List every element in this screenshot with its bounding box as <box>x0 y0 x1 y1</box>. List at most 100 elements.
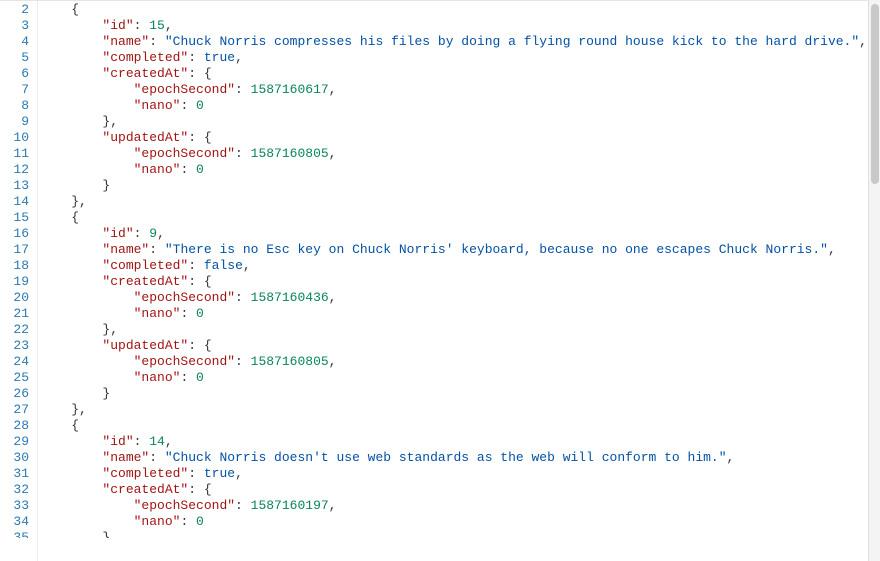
token-punc: { <box>204 338 212 353</box>
line-number: 22 <box>0 322 29 338</box>
token-prop: "epochSecond" <box>134 146 235 161</box>
line-number: 35 <box>0 530 29 538</box>
code-line[interactable]: "name": "Chuck Norris doesn't use web st… <box>40 450 880 466</box>
token-punc: , <box>329 498 337 513</box>
token-punc: : <box>180 370 196 385</box>
code-line[interactable]: "createdAt": { <box>40 66 880 82</box>
token-punc <box>40 306 134 321</box>
code-line[interactable]: "epochSecond": 1587160436, <box>40 290 880 306</box>
token-punc <box>40 402 71 417</box>
line-number: 6 <box>0 66 29 82</box>
vertical-scrollbar[interactable] <box>868 0 880 561</box>
code-line[interactable]: }, <box>40 194 880 210</box>
code-line[interactable]: "name": "There is no Esc key on Chuck No… <box>40 242 880 258</box>
token-punc <box>40 98 134 113</box>
token-prop: "name" <box>102 34 149 49</box>
token-punc <box>40 498 134 513</box>
token-punc <box>40 466 102 481</box>
token-prop: "updatedAt" <box>102 338 188 353</box>
token-punc: : <box>188 258 204 273</box>
token-num: 9 <box>149 226 157 241</box>
token-punc <box>40 418 71 433</box>
line-number: 21 <box>0 306 29 322</box>
token-punc: : <box>149 242 165 257</box>
token-punc: }, <box>71 402 87 417</box>
code-line[interactable]: "completed": true, <box>40 50 880 66</box>
token-punc <box>40 530 102 538</box>
token-punc: , <box>235 466 243 481</box>
line-number: 32 <box>0 482 29 498</box>
token-punc: , <box>235 50 243 65</box>
code-line[interactable]: { <box>40 418 880 434</box>
token-punc: { <box>204 482 212 497</box>
token-prop: "completed" <box>102 466 188 481</box>
token-punc <box>40 242 102 257</box>
scrollbar-thumb[interactable] <box>871 4 879 184</box>
code-line[interactable]: "nano": 0 <box>40 162 880 178</box>
token-punc: , <box>329 82 337 97</box>
code-editor[interactable]: 2345678910111213141516171819202122232425… <box>0 0 880 561</box>
token-punc: : <box>134 18 150 33</box>
code-line[interactable]: "id": 15, <box>40 18 880 34</box>
code-line[interactable]: }, <box>40 402 880 418</box>
code-line[interactable]: "nano": 0 <box>40 370 880 386</box>
token-punc: : <box>134 226 150 241</box>
code-line[interactable]: } <box>40 386 880 402</box>
token-punc <box>40 178 102 193</box>
code-line[interactable]: "epochSecond": 1587160197, <box>40 498 880 514</box>
token-prop: "nano" <box>134 98 181 113</box>
token-num: 1587160805 <box>251 146 329 161</box>
code-line[interactable]: "nano": 0 <box>40 514 880 530</box>
token-punc <box>40 34 102 49</box>
token-punc: }, <box>102 322 118 337</box>
token-num: 0 <box>196 98 204 113</box>
token-prop: "name" <box>102 242 149 257</box>
code-line[interactable]: "updatedAt": { <box>40 130 880 146</box>
line-number: 30 <box>0 450 29 466</box>
line-number: 25 <box>0 370 29 386</box>
token-punc: } <box>102 386 110 401</box>
line-number: 11 <box>0 146 29 162</box>
code-line[interactable]: "nano": 0 <box>40 98 880 114</box>
token-prop: "epochSecond" <box>134 290 235 305</box>
code-line[interactable]: "epochSecond": 1587160805, <box>40 354 880 370</box>
token-punc: : <box>188 466 204 481</box>
code-line[interactable]: { <box>40 210 880 226</box>
line-number: 13 <box>0 178 29 194</box>
token-punc: : <box>235 354 251 369</box>
code-line[interactable]: "epochSecond": 1587160805, <box>40 146 880 162</box>
code-line[interactable]: "name": "Chuck Norris compresses his fil… <box>40 34 880 50</box>
token-str: "Chuck Norris doesn't use web standards … <box>165 450 727 465</box>
code-line[interactable]: }, <box>40 322 880 338</box>
token-punc: } <box>102 178 110 193</box>
token-punc: : <box>180 98 196 113</box>
code-line[interactable]: "completed": false, <box>40 258 880 274</box>
token-prop: "createdAt" <box>102 66 188 81</box>
code-line[interactable]: "epochSecond": 1587160617, <box>40 82 880 98</box>
code-content[interactable]: { "id": 15, "name": "Chuck Norris compre… <box>38 1 880 561</box>
token-punc: } <box>102 530 110 538</box>
line-number: 2 <box>0 2 29 18</box>
code-line[interactable]: "createdAt": { <box>40 482 880 498</box>
token-punc: , <box>329 354 337 369</box>
code-line[interactable]: }, <box>40 114 880 130</box>
line-number: 29 <box>0 434 29 450</box>
token-prop: "id" <box>102 434 133 449</box>
code-line[interactable]: } <box>40 530 880 538</box>
code-line[interactable]: "completed": true, <box>40 466 880 482</box>
token-punc: : <box>188 130 204 145</box>
code-line[interactable]: "id": 14, <box>40 434 880 450</box>
code-line[interactable]: "updatedAt": { <box>40 338 880 354</box>
token-punc <box>40 2 71 17</box>
code-line[interactable]: "id": 9, <box>40 226 880 242</box>
token-punc: : <box>235 146 251 161</box>
token-kw: false <box>204 258 243 273</box>
token-punc <box>40 482 102 497</box>
token-num: 0 <box>196 306 204 321</box>
code-line[interactable]: { <box>40 2 880 18</box>
code-line[interactable]: "nano": 0 <box>40 306 880 322</box>
token-prop: "epochSecond" <box>134 498 235 513</box>
token-num: 1587160197 <box>251 498 329 513</box>
code-line[interactable]: "createdAt": { <box>40 274 880 290</box>
code-line[interactable]: } <box>40 178 880 194</box>
